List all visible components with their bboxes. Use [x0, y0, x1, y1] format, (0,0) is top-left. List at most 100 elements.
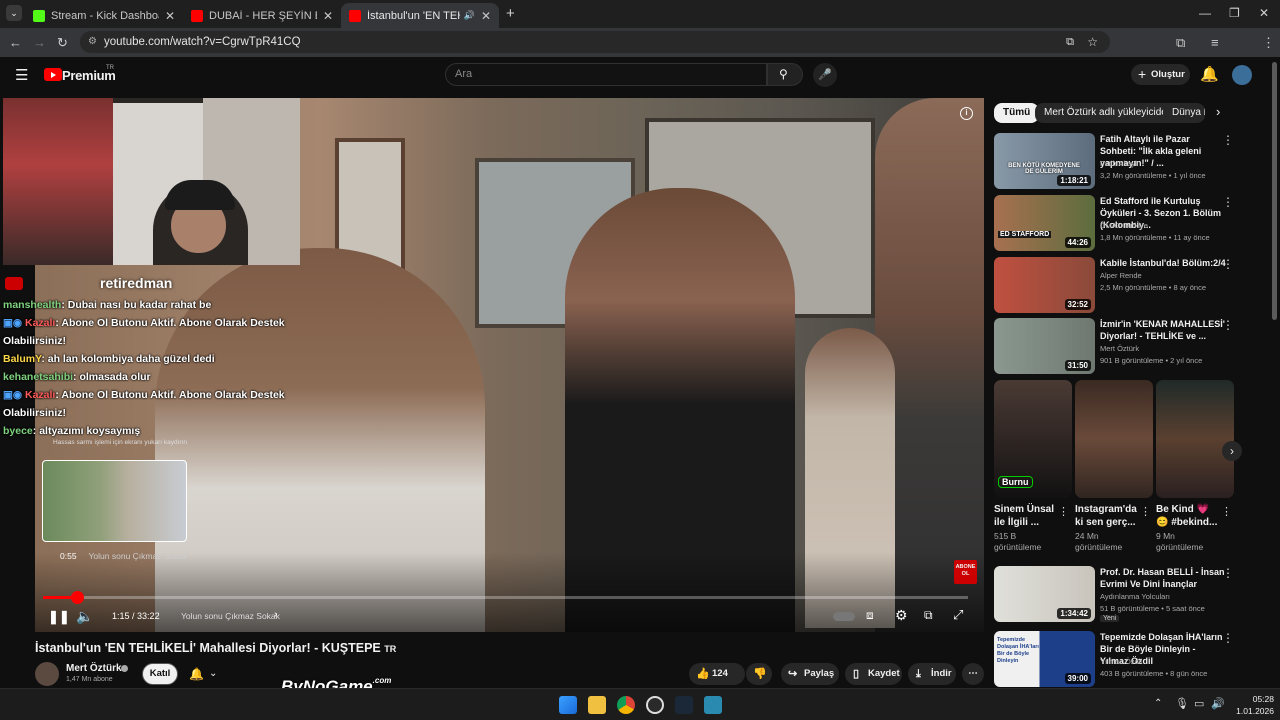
channel-name: Alper Rende [1100, 271, 1142, 280]
channel-avatar[interactable] [35, 662, 59, 686]
restore-icon[interactable]: ❐ [1229, 6, 1240, 20]
chrome-icon[interactable] [617, 696, 635, 714]
chapter-label[interactable]: Yolun sonu Çıkmaz Sokak [181, 611, 280, 621]
close-tab-icon[interactable]: ✕ [165, 9, 175, 23]
chat-message: kehanetsahibi: olmasada olur [3, 371, 151, 383]
video-title: İzmir'in 'KENAR MAHALLESİ' Diyorlar! - T… [1100, 319, 1225, 341]
shorts-next-button[interactable]: › [1222, 441, 1242, 461]
save-button[interactable]: ▯ Kaydet [845, 663, 902, 685]
bookmark-star-icon[interactable]: ☆ [1087, 31, 1098, 53]
minimize-icon[interactable]: — [1199, 6, 1211, 20]
list-item[interactable]: Tepemizde Dolaşan İHA'ları Bir de Böyle … [994, 631, 1234, 687]
tab-dubai-video[interactable]: DUBAİ - HER ŞEYİN BİR FİYATI VAR ✕ [183, 3, 341, 28]
short-thumbnail[interactable] [1075, 380, 1153, 498]
join-button[interactable]: Katıl [142, 663, 178, 685]
mic-icon[interactable]: 🎙 [1175, 697, 1189, 710]
pause-icon[interactable]: ❚❚ [48, 609, 70, 625]
info-icon[interactable]: i [960, 107, 973, 120]
chip-world[interactable]: Dünya H [1163, 103, 1205, 123]
settings-icon[interactable]: ⚙ [895, 607, 908, 624]
youtube-logo-icon[interactable] [44, 68, 62, 81]
back-icon[interactable]: ← [9, 35, 22, 50]
share-button[interactable]: ↪ Paylaş [781, 663, 839, 685]
tab-list-button[interactable]: ⌄ [6, 5, 22, 21]
app-icon[interactable] [704, 696, 722, 714]
kebab-menu-icon[interactable]: ⋮ [1221, 505, 1280, 518]
new-tab-icon[interactable]: + [506, 5, 515, 22]
close-tab-icon[interactable]: ✕ [323, 9, 333, 23]
voice-search-icon[interactable]: 🎤 [813, 63, 837, 87]
download-button[interactable]: ⤓ İndir [908, 663, 956, 685]
kebab-menu-icon[interactable]: ⋮ [1222, 257, 1234, 271]
short-title: Sinem Ünsal ile İlgili ... [994, 504, 1055, 528]
clock-date[interactable]: 1.01.2026 [1229, 706, 1274, 716]
install-icon[interactable]: ⧉ [1066, 31, 1074, 53]
list-item[interactable]: ED STAFFORD 44:26 Ed Stafford ile Kurtul… [994, 195, 1234, 253]
thumb-caption: ED STAFFORD [998, 231, 1052, 238]
miniplayer-icon[interactable]: ⧉ [924, 608, 933, 623]
create-button[interactable]: + Oluştur [1131, 64, 1190, 85]
steam-icon[interactable] [675, 696, 693, 714]
kebab-menu-icon[interactable]: ⋮ [1222, 631, 1234, 645]
dislike-button[interactable]: 👎 [746, 663, 772, 685]
chat-message: byece: altyazımı koysaymış [3, 425, 141, 437]
extensions-icon[interactable]: ⧉ [1176, 35, 1185, 51]
account-avatar[interactable] [1232, 65, 1252, 85]
list-item[interactable]: 32:52 Kabile İstanbul'da! Bölüm:2/4 Alpe… [994, 257, 1234, 315]
tray-chevron-icon[interactable]: ⌃ [1154, 698, 1162, 709]
channel-name[interactable]: Mert Öztürk [66, 663, 122, 674]
kebab-menu-icon[interactable]: ⋮ [1222, 195, 1234, 209]
tab-kick-dashboard[interactable]: Stream - Kick Dashboard ✕ [25, 3, 183, 28]
short-thumbnail[interactable]: Burnu [994, 380, 1072, 498]
bell-icon[interactable]: 🔔 [189, 667, 204, 681]
chevron-down-icon[interactable]: ⌄ [209, 668, 217, 679]
forward-icon[interactable]: → [33, 35, 46, 50]
video-title: Prof. Dr. Hasan BELLİ - İnsan Evrimi Ve … [1100, 567, 1225, 589]
network-icon[interactable]: ▭ [1194, 697, 1204, 710]
start-icon[interactable] [559, 696, 577, 714]
chevron-right-icon[interactable]: › [1216, 104, 1220, 119]
browser-menu-icon[interactable]: ⋮ [1262, 35, 1275, 51]
chip-all[interactable]: Tümü [994, 103, 1040, 123]
clock-time[interactable]: 05:28 [1238, 694, 1274, 704]
kebab-menu-icon[interactable]: ⋮ [1222, 133, 1234, 147]
reading-list-icon[interactable]: ≡ [1211, 35, 1219, 50]
list-item[interactable]: 1:34:42 Prof. Dr. Hasan BELLİ - İnsan Ev… [994, 566, 1234, 626]
more-icon: ⋯ [968, 668, 978, 679]
list-item[interactable]: BEN KÖTÜ KOMEDYENE DE GÜLERİM 1:18:21 Fa… [994, 133, 1234, 191]
menu-icon[interactable]: ☰ [15, 66, 28, 84]
duration-badge: 1:34:42 [1057, 608, 1091, 619]
address-bar[interactable]: ⚙ youtube.com/watch?v=CgrwTpR41CQ ⧉ ☆ [80, 31, 1110, 53]
streamer-webcam [3, 98, 300, 265]
site-info-icon[interactable]: ⚙ [88, 31, 97, 53]
thumbs-down-icon: 👎 [753, 668, 767, 680]
search-input[interactable]: Ara [445, 63, 767, 86]
abone-ol-badge[interactable]: ABONE OL [954, 560, 977, 584]
progress-scrubber[interactable] [71, 591, 84, 604]
close-window-icon[interactable]: ✕ [1259, 6, 1269, 20]
volume-icon[interactable]: 🔈 [76, 608, 93, 625]
notifications-icon[interactable]: 🔔 [1200, 65, 1219, 83]
obs-icon[interactable] [646, 696, 664, 714]
volume-tray-icon[interactable]: 🔊 [1211, 697, 1225, 710]
reload-icon[interactable]: ↻ [57, 35, 68, 51]
tab-istanbul-video[interactable]: İstanbul'un 'EN TEHLİKELİ' Mahall 🔊 ✕ [341, 3, 499, 28]
progress-bar[interactable] [43, 596, 968, 599]
list-item[interactable]: 31:50 İzmir'in 'KENAR MAHALLESİ' Diyorla… [994, 318, 1234, 376]
kebab-menu-icon[interactable]: ⋮ [1222, 318, 1234, 332]
create-label: Oluştur [1151, 69, 1185, 80]
search-button[interactable]: ⚲ [767, 63, 803, 86]
chip-from-uploader[interactable]: Mert Öztürk adlı yükleyiciden [1035, 103, 1182, 123]
close-tab-icon[interactable]: ✕ [481, 9, 491, 23]
file-explorer-icon[interactable] [588, 696, 606, 714]
autoplay-toggle[interactable] [833, 612, 855, 621]
kebab-menu-icon[interactable]: ⋮ [1222, 566, 1234, 580]
scrub-preview-label: 0:55 Yolun sonu Çıkmaz Sokak [60, 551, 188, 561]
page-scrollbar[interactable] [1272, 62, 1277, 320]
video-thumbnail: Tepemizde Dolaşan İHA'ları Bir de Böyle … [994, 631, 1095, 687]
short-thumbnail[interactable] [1156, 380, 1234, 498]
subtitles-icon[interactable]: ⧈ [866, 608, 874, 623]
more-actions-button[interactable]: ⋯ [962, 663, 984, 685]
like-button[interactable]: 👍 124 B [689, 663, 745, 701]
fullscreen-icon[interactable]: ⤢ [953, 607, 963, 623]
